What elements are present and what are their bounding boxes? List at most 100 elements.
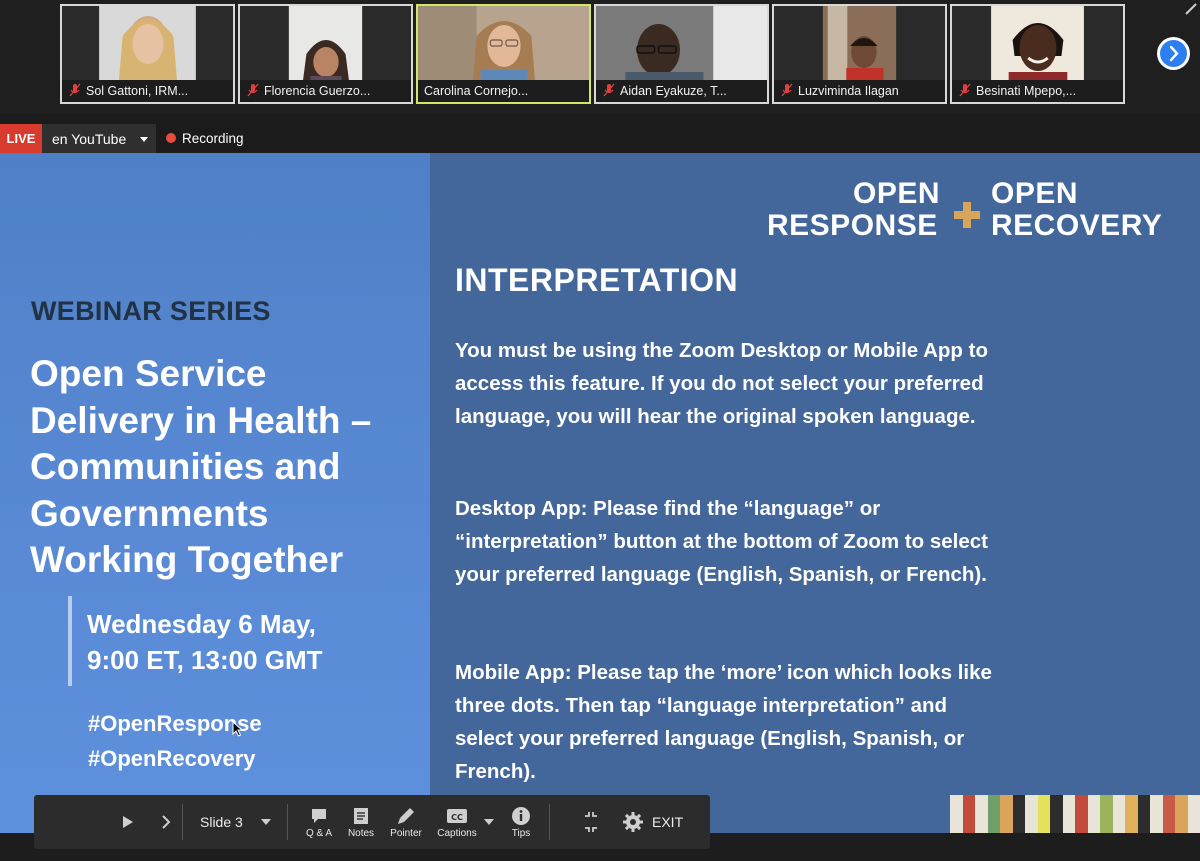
live-badge: LIVE xyxy=(0,124,42,154)
participant-tile[interactable]: Luzviminda Ilagan xyxy=(772,4,947,104)
shared-screen-slide: WEBINAR SERIES Open Service Delivery in … xyxy=(0,153,1200,833)
gear-icon xyxy=(623,812,643,832)
participant-name: Sol Gattoni, IRM... xyxy=(62,80,233,102)
series-label: WEBINAR SERIES xyxy=(31,296,271,326)
toolbar-divider xyxy=(182,804,183,840)
tips-button[interactable]: Tips xyxy=(506,795,536,849)
stripe xyxy=(962,795,975,833)
participant-tile[interactable]: Sol Gattoni, IRM... xyxy=(60,4,235,104)
stripe xyxy=(1062,795,1075,833)
slide-paragraph: Mobile App: Please tap the ‘more’ icon w… xyxy=(455,661,992,783)
time-line: 9:00 ET, 13:00 GMT xyxy=(87,645,323,675)
next-slide-button[interactable] xyxy=(142,795,171,849)
chat-bubble-icon xyxy=(312,809,326,823)
slide-paragraph: You must be using the Zoom Desktop or Mo… xyxy=(455,339,988,428)
stripe xyxy=(1025,795,1038,833)
stripe xyxy=(1087,795,1100,833)
svg-text:CC: CC xyxy=(451,813,463,822)
laser-pointer-icon xyxy=(398,808,414,824)
slide-select-dropdown[interactable]: Slide 3 xyxy=(200,795,243,849)
participant-tile[interactable]: Besinati Mpepo,... xyxy=(950,4,1125,104)
muted-mic-icon xyxy=(781,83,793,97)
participant-name: Aidan Eyakuze, T... xyxy=(596,80,767,102)
slide-heading: INTERPRETATION xyxy=(455,262,739,298)
caret-down-icon xyxy=(140,137,148,142)
stripe xyxy=(950,795,963,833)
minimize-icon xyxy=(585,812,597,832)
stripe xyxy=(1162,795,1175,833)
participant-strip: Sol Gattoni, IRM... Florencia Guerzo... xyxy=(0,0,1200,114)
settings-button[interactable] xyxy=(607,795,643,849)
logo-open-2: OPEN xyxy=(991,177,1079,210)
stripe xyxy=(1187,795,1200,833)
date-accent-bar xyxy=(68,596,72,686)
play-button[interactable] xyxy=(104,795,133,849)
muted-mic-icon xyxy=(959,83,971,97)
title-line: Delivery in Health – xyxy=(30,399,372,441)
notes-button[interactable]: Notes xyxy=(344,795,378,849)
play-icon xyxy=(123,816,133,828)
stripe xyxy=(1150,795,1163,833)
title-line: Communities and xyxy=(30,446,341,487)
qa-button[interactable]: Q & A xyxy=(302,795,336,849)
chevron-right-icon xyxy=(1169,45,1179,62)
participant-tile-active-speaker[interactable]: Carolina Cornejo... xyxy=(416,4,591,104)
stripe xyxy=(1050,795,1063,833)
pointer-button[interactable]: Pointer xyxy=(386,795,426,849)
presentation-toolbar: Slide 3 Q & A Notes Pointer CC Captions … xyxy=(34,795,710,849)
toolbar-divider xyxy=(287,804,288,840)
plus-icon xyxy=(954,202,980,228)
stripe xyxy=(975,795,988,833)
muted-mic-icon xyxy=(247,83,259,97)
stripe xyxy=(1000,795,1013,833)
record-dot-icon xyxy=(166,133,176,143)
mouse-cursor-icon xyxy=(232,721,244,737)
livestream-target-label: en YouTube xyxy=(52,131,127,147)
qa-label: Q & A xyxy=(305,828,333,839)
stripe xyxy=(1125,795,1138,833)
title-line: Working Together xyxy=(30,539,344,580)
recording-label: Recording xyxy=(182,131,244,146)
zoom-webinar-window: Sol Gattoni, IRM... Florencia Guerzo... xyxy=(0,0,1200,861)
slide-paragraph: Desktop App: Please find the “language” … xyxy=(455,497,988,586)
stripe xyxy=(1112,795,1125,833)
livestream-target-dropdown[interactable]: en YouTube xyxy=(42,124,156,154)
pointer-label: Pointer xyxy=(390,828,422,839)
participant-tile[interactable]: Aidan Eyakuze, T... xyxy=(594,4,769,104)
muted-mic-icon xyxy=(69,83,81,97)
participant-video xyxy=(596,6,767,84)
stripe xyxy=(1075,795,1088,833)
participant-video xyxy=(418,6,589,84)
hashtag: #OpenRecovery xyxy=(88,746,256,771)
stripe xyxy=(1137,795,1150,833)
captions-label: Captions xyxy=(437,828,477,839)
notes-label: Notes xyxy=(347,828,375,839)
toolbar-divider xyxy=(549,804,550,840)
livestream-bar: LIVE en YouTube Recording xyxy=(0,124,1200,154)
participant-video xyxy=(774,6,945,84)
slide-select-label: Slide 3 xyxy=(200,814,243,830)
date-line: Wednesday 6 May, xyxy=(87,609,316,639)
recording-indicator[interactable]: Recording xyxy=(166,124,244,154)
next-participants-button[interactable] xyxy=(1157,37,1190,70)
stripe xyxy=(1100,795,1113,833)
logo-open-1: OPEN xyxy=(853,177,941,210)
closed-captions-icon: CC xyxy=(447,809,467,823)
participant-video xyxy=(240,6,411,84)
participant-tile[interactable]: Florencia Guerzo... xyxy=(238,4,413,104)
exit-button[interactable]: EXIT xyxy=(652,795,683,849)
captions-button[interactable]: CC Captions xyxy=(434,795,480,849)
stripe xyxy=(987,795,1000,833)
stripe xyxy=(1175,795,1188,833)
logo-recovery: RECOVERY xyxy=(991,209,1163,242)
participant-video xyxy=(62,6,233,84)
exit-fullscreen-button[interactable] xyxy=(567,795,597,849)
chevron-right-icon xyxy=(162,815,171,829)
caret-down-icon xyxy=(261,819,271,825)
caret-down-icon[interactable] xyxy=(484,819,494,826)
participant-video xyxy=(952,6,1123,84)
webinar-title: Open Service Delivery in Health – Commun… xyxy=(30,351,440,584)
participant-name: Carolina Cornejo... xyxy=(418,80,589,102)
close-icon[interactable] xyxy=(1182,0,1200,18)
stripe xyxy=(1037,795,1050,833)
